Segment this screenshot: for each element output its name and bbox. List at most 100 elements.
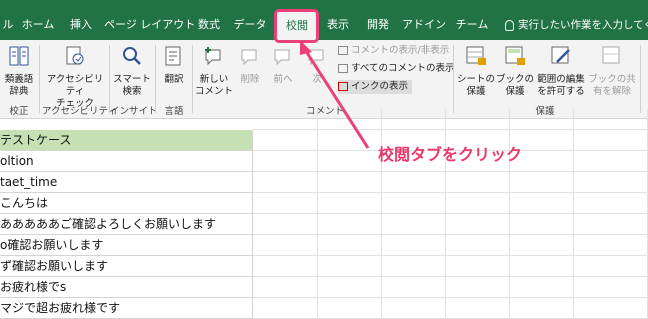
table-cell[interactable]: あああああご確認よろしくお願いします — [0, 214, 253, 235]
group-proofing: 校正 — [9, 106, 29, 117]
thesaurus-button[interactable]: 類義語 辞典 — [0, 44, 38, 98]
grid-cell[interactable] — [446, 193, 510, 214]
protect-workbook-button[interactable]: ブックの 保護 — [496, 44, 534, 98]
allow-edit-ranges-button[interactable]: 範囲の編集 を許可する — [535, 44, 587, 98]
table-cell[interactable]: o確認お願いします — [0, 235, 253, 256]
grid-cell[interactable] — [446, 214, 510, 235]
separator — [39, 45, 40, 113]
translate-button[interactable]: 翻訳 — [157, 44, 191, 86]
tab-file[interactable]: ル — [0, 12, 16, 38]
tab-page-layout[interactable]: ページ レイアウト — [104, 12, 195, 38]
lightbulb-icon — [505, 19, 514, 31]
grid-cell[interactable] — [446, 298, 510, 319]
grid-cell[interactable] — [510, 235, 574, 256]
new-comment-label-2: コメント — [194, 86, 233, 97]
grid-cell[interactable] — [574, 172, 648, 193]
table-cell[interactable]: taet_time — [0, 172, 253, 193]
grid-cell[interactable] — [574, 256, 648, 277]
next-comment-icon — [308, 49, 324, 66]
delete-comment-icon — [241, 49, 257, 66]
grid-cell[interactable] — [510, 214, 574, 235]
grid-cell[interactable] — [382, 214, 446, 235]
grid-cell[interactable] — [382, 172, 446, 193]
protect-sheet-button[interactable]: シートの 保護 — [456, 44, 496, 98]
grid-cell[interactable] — [318, 109, 382, 130]
grid-cell[interactable] — [574, 109, 648, 130]
tab-formulas[interactable]: 数式 — [192, 12, 226, 38]
new-comment-button[interactable]: 新しい コメント — [194, 44, 234, 98]
grid-cell[interactable] — [382, 277, 446, 298]
grid-cell[interactable] — [446, 172, 510, 193]
grid-cell[interactable] — [253, 193, 318, 214]
grid-cell[interactable] — [574, 277, 648, 298]
grid-cell[interactable] — [574, 151, 648, 172]
tab-data[interactable]: データ — [232, 12, 268, 38]
grid-cell[interactable] — [318, 172, 382, 193]
grid-cell[interactable] — [382, 298, 446, 319]
grid-cell[interactable] — [574, 130, 648, 151]
grid-cell[interactable] — [253, 151, 318, 172]
grid-cell[interactable] — [253, 235, 318, 256]
worksheet-grid[interactable]: テストケース oltion taet_time こんちは あああああご確認よろし… — [0, 109, 648, 319]
table-cell[interactable]: こんちは — [0, 193, 253, 214]
grid-cell[interactable] — [382, 235, 446, 256]
grid-cell[interactable] — [382, 193, 446, 214]
unshare-workbook-button[interactable]: ブックの共 有を解除 — [588, 44, 636, 98]
grid-cell[interactable] — [574, 235, 648, 256]
grid-cell[interactable] — [574, 214, 648, 235]
tab-developer[interactable]: 開発 — [361, 12, 395, 38]
accessibility-check-button[interactable]: アクセシビリティ チェック — [42, 44, 108, 110]
delete-comment-button[interactable]: 削除 — [234, 44, 266, 86]
cell-header[interactable]: テストケース — [0, 130, 253, 151]
grid-cell[interactable] — [574, 193, 648, 214]
grid-cell[interactable] — [510, 109, 574, 130]
grid-cell[interactable] — [318, 256, 382, 277]
tab-addins[interactable]: アドイン — [401, 12, 447, 38]
grid-cell[interactable] — [382, 256, 446, 277]
smart-lookup-button[interactable]: スマート 検索 — [111, 44, 153, 98]
grid-cell[interactable] — [318, 130, 382, 151]
grid-cell[interactable] — [510, 172, 574, 193]
comments-icon — [338, 64, 348, 73]
grid-cell[interactable] — [510, 256, 574, 277]
accessibility-icon — [66, 46, 84, 65]
grid-cell[interactable] — [253, 130, 318, 151]
show-all-comments-button[interactable]: すべてのコメントの表示 — [338, 62, 454, 76]
tab-view[interactable]: 表示 — [321, 12, 355, 38]
table-cell[interactable]: マジで超お疲れ様です — [0, 298, 253, 319]
tab-insert[interactable]: 挿入 — [64, 12, 98, 38]
grid-cell[interactable] — [318, 277, 382, 298]
grid-cell[interactable] — [253, 277, 318, 298]
grid-cell[interactable] — [253, 298, 318, 319]
table-cell[interactable]: お疲れ様でs — [0, 277, 253, 298]
grid-cell[interactable] — [318, 235, 382, 256]
tab-team[interactable]: チーム — [452, 12, 492, 38]
grid-cell[interactable] — [446, 256, 510, 277]
show-hide-comment-button[interactable]: コメントの表示/非表示 — [338, 44, 449, 58]
grid-cell[interactable] — [510, 193, 574, 214]
grid-cell[interactable] — [446, 277, 510, 298]
grid-cell[interactable] — [253, 109, 318, 130]
grid-cell[interactable] — [446, 235, 510, 256]
thesaurus-label-1: 類義語 — [4, 74, 34, 85]
table-cell[interactable]: ず確認お願いします — [0, 256, 253, 277]
grid-cell[interactable] — [318, 151, 382, 172]
grid-cell[interactable] — [382, 109, 446, 130]
edit-ranges-icon — [551, 46, 570, 64]
grid-cell[interactable] — [510, 298, 574, 319]
tab-home[interactable]: ホーム — [18, 12, 58, 38]
grid-cell[interactable] — [446, 109, 510, 130]
show-ink-button[interactable]: インクの表示 — [338, 80, 413, 94]
table-cell[interactable]: oltion — [0, 151, 253, 172]
grid-cell[interactable] — [253, 214, 318, 235]
grid-cell[interactable] — [318, 214, 382, 235]
grid-cell[interactable] — [510, 277, 574, 298]
tell-me-box[interactable]: 実行したい作業を入力してくださ — [505, 12, 648, 38]
grid-cell[interactable] — [318, 193, 382, 214]
next-comment-button[interactable]: 次 — [302, 44, 332, 86]
grid-cell[interactable] — [253, 172, 318, 193]
grid-cell[interactable] — [318, 298, 382, 319]
grid-cell[interactable] — [253, 256, 318, 277]
grid-cell[interactable] — [574, 298, 648, 319]
previous-comment-button[interactable]: 前へ — [266, 44, 300, 86]
